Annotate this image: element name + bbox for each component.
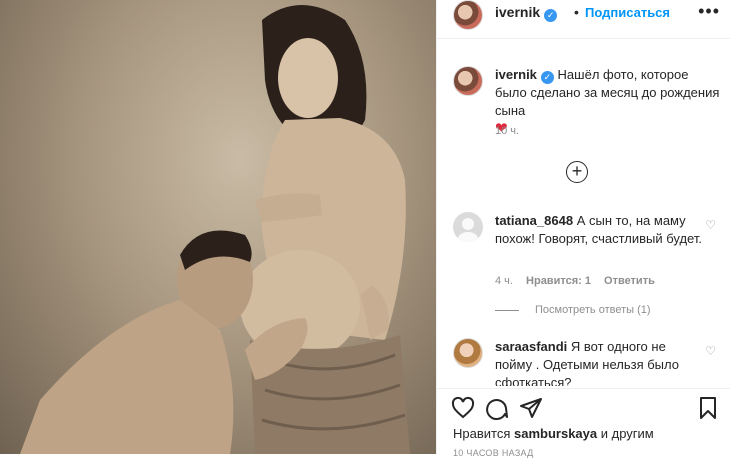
comment-icon[interactable] — [485, 396, 509, 420]
comment-like-icon[interactable]: ♡ — [705, 344, 716, 358]
commenter-avatar[interactable] — [453, 212, 483, 242]
follow-button[interactable]: Подписаться — [585, 5, 670, 20]
verified-icon: ✓ — [544, 9, 558, 22]
comment-body: saraasfandi Я вот одного не пойму . Одет… — [495, 338, 705, 386]
action-bar — [451, 396, 720, 420]
caption-time: 10 ч. — [495, 125, 520, 137]
actions-divider — [437, 388, 730, 389]
likes-user[interactable]: samburskaya — [514, 426, 597, 441]
comment-likes[interactable]: Нравится: 1 — [526, 275, 591, 287]
heart-icon[interactable] — [451, 396, 475, 420]
verified-icon: ✓ — [540, 71, 554, 84]
header-divider — [437, 38, 730, 39]
post-sidebar: ivernik ✓ • Подписаться ••• ivernik ✓ Нашё… — [436, 0, 730, 458]
photo-illustration — [20, 5, 410, 454]
comment-meta: 4 ч. Нравится: 1 Ответить — [495, 275, 665, 287]
author-username-text[interactable]: ivernik — [495, 4, 540, 20]
likes-prefix: Нравится — [453, 426, 511, 441]
comment-time: 4 ч. — [495, 275, 513, 287]
bookmark-icon[interactable] — [696, 396, 720, 420]
caption: ivernik ✓ Нашёл фото, которое было сделан… — [495, 66, 721, 138]
comment-author[interactable]: saraasfandi — [495, 339, 567, 354]
caption-author[interactable]: ivernik — [495, 67, 537, 82]
comment-author[interactable]: tatiana_8648 — [495, 213, 573, 228]
share-icon[interactable] — [519, 396, 543, 420]
author-avatar[interactable] — [453, 0, 483, 30]
author-username[interactable]: ivernik ✓ — [495, 4, 558, 22]
post-time[interactable]: 10 ЧАСОВ НАЗАД — [453, 448, 534, 458]
more-icon[interactable]: ••• — [698, 1, 720, 22]
add-comment-icon[interactable]: + — [566, 161, 588, 183]
commenter-avatar[interactable] — [453, 338, 483, 368]
view-replies[interactable]: Посмотреть ответы (1) — [495, 304, 651, 316]
likes-suffix[interactable]: и другим — [601, 426, 654, 441]
comment-reply-button[interactable]: Ответить — [604, 275, 655, 287]
replies-line — [495, 309, 519, 311]
likes-summary: Нравится samburskaya и другим — [453, 426, 654, 441]
separator-dot: • — [574, 4, 579, 20]
post-photo[interactable] — [0, 0, 436, 454]
instagram-post: ivernik ✓ • Подписаться ••• ivernik ✓ Нашё… — [0, 0, 730, 458]
caption-avatar[interactable] — [453, 66, 483, 96]
comment-body: tatiana_8648 А сын то, на маму похож! Го… — [495, 212, 705, 248]
comment-like-icon[interactable]: ♡ — [705, 218, 716, 232]
view-replies-label[interactable]: Посмотреть ответы (1) — [535, 304, 651, 316]
